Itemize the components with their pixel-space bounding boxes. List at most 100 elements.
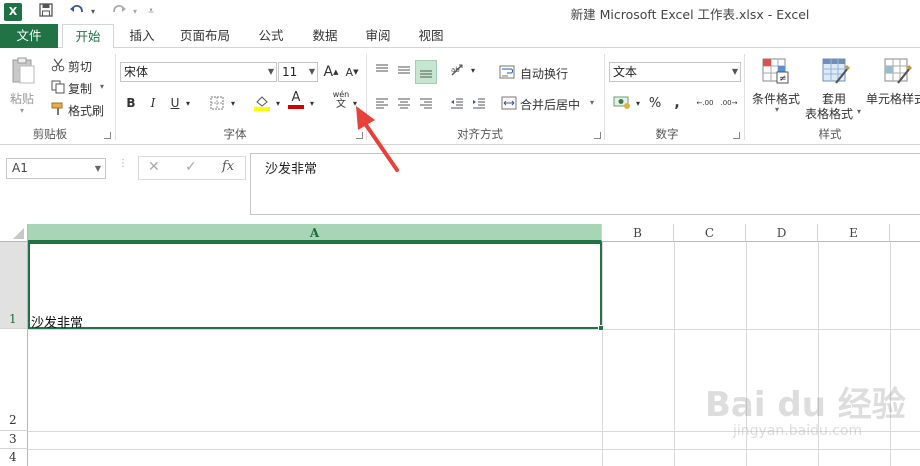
- svg-text:≠: ≠: [779, 74, 787, 84]
- tab-formulas[interactable]: 公式: [248, 24, 294, 48]
- format-table-icon[interactable]: [820, 56, 852, 88]
- percent-button[interactable]: %: [647, 93, 663, 113]
- column-header-f[interactable]: [890, 224, 920, 242]
- font-color-dropdown-icon[interactable]: ▾: [307, 93, 317, 113]
- formula-value: 沙发非常: [265, 162, 318, 177]
- font-color-swatch: [288, 105, 304, 109]
- border-icon[interactable]: [208, 93, 226, 113]
- conditional-dropdown-icon[interactable]: ▾: [775, 105, 779, 114]
- scissors-icon[interactable]: [50, 55, 66, 75]
- fill-handle[interactable]: [598, 325, 604, 331]
- insert-function-icon[interactable]: fx: [222, 159, 234, 174]
- excel-window: X ▾ ▾ ⩡ 新建 Microsoft Excel 工作表.xlsx - Ex…: [0, 0, 920, 466]
- chevron-down-icon: ▼: [731, 67, 738, 76]
- tab-data[interactable]: 数据: [302, 24, 348, 48]
- conditional-format-icon[interactable]: ≠: [760, 56, 792, 88]
- merge-dropdown-icon[interactable]: ▾: [590, 98, 594, 107]
- align-right-icon[interactable]: [417, 93, 435, 113]
- tab-home[interactable]: 开始: [62, 24, 114, 49]
- font-size-select[interactable]: 11 ▼: [278, 62, 318, 82]
- shrink-font-button[interactable]: A ▼: [343, 62, 361, 82]
- row-header-4[interactable]: 4: [0, 449, 28, 466]
- format-table-dropdown-icon[interactable]: ▾: [857, 107, 861, 116]
- redo-dropdown-icon[interactable]: ▾: [130, 3, 140, 21]
- column-header-a[interactable]: A: [28, 224, 602, 242]
- tab-file[interactable]: 文件: [0, 24, 58, 48]
- clipboard-group-label: 剪贴板: [32, 127, 68, 141]
- format-painter-button[interactable]: 格式刷: [68, 102, 104, 119]
- clipboard-launcher-icon[interactable]: [104, 132, 111, 139]
- tab-page-layout[interactable]: 页面布局: [172, 24, 238, 48]
- paste-button[interactable]: 粘贴: [10, 90, 34, 107]
- wrap-text-button[interactable]: 自动换行: [520, 65, 568, 82]
- grid-line: [28, 329, 920, 330]
- align-top-icon[interactable]: [373, 60, 391, 80]
- accounting-format-icon[interactable]: [611, 92, 633, 112]
- save-icon[interactable]: [36, 3, 56, 21]
- row-header-1[interactable]: 1: [0, 242, 28, 329]
- grow-font-button[interactable]: A ▲: [322, 62, 340, 82]
- font-color-button[interactable]: A: [287, 90, 305, 110]
- fill-color-dropdown-icon[interactable]: ▾: [273, 93, 283, 113]
- fill-color-icon[interactable]: [252, 92, 272, 112]
- undo-icon[interactable]: [66, 3, 88, 21]
- number-launcher-icon[interactable]: [733, 132, 740, 139]
- chevron-down-icon: ▼: [308, 67, 315, 76]
- format-painter-icon[interactable]: [50, 99, 66, 119]
- redo-icon[interactable]: [108, 3, 130, 21]
- more-icon: ⋮: [118, 158, 128, 169]
- undo-dropdown-icon[interactable]: ▾: [88, 3, 98, 21]
- formula-bar: A1 ▼ ⋮ ✕ ✓ fx 沙发非常: [0, 153, 920, 215]
- underline-button[interactable]: U: [168, 93, 182, 113]
- copy-button[interactable]: 复制: [68, 80, 92, 97]
- decrease-decimal-button[interactable]: .00→: [718, 93, 740, 113]
- column-header-b[interactable]: B: [602, 224, 674, 242]
- orientation-dropdown-icon[interactable]: ▾: [468, 60, 478, 80]
- separator: [744, 54, 745, 140]
- select-all-corner[interactable]: [0, 224, 28, 242]
- format-table-line2[interactable]: 表格格式: [805, 105, 853, 122]
- alignment-launcher-icon[interactable]: [594, 132, 601, 139]
- chevron-down-icon: ▼: [267, 67, 274, 76]
- number-format-select[interactable]: 文本 ▼: [609, 62, 741, 82]
- border-dropdown-icon[interactable]: ▾: [228, 93, 238, 113]
- cut-button[interactable]: 剪切: [68, 58, 92, 75]
- increase-decimal-button[interactable]: ←.00: [694, 93, 716, 113]
- italic-button[interactable]: I: [146, 93, 160, 113]
- merge-center-icon[interactable]: [500, 93, 518, 113]
- copy-dropdown-icon[interactable]: ▾: [100, 82, 104, 91]
- tab-review[interactable]: 审阅: [355, 24, 401, 48]
- cell-styles-icon[interactable]: [882, 56, 914, 88]
- enter-icon[interactable]: ✓: [185, 159, 197, 175]
- row-header-2[interactable]: 2: [0, 329, 28, 431]
- align-bottom-icon[interactable]: [415, 60, 437, 84]
- font-name-select[interactable]: 宋体 ▼: [120, 62, 277, 82]
- underline-dropdown-icon[interactable]: ▾: [183, 93, 193, 113]
- align-middle-icon[interactable]: [395, 60, 413, 80]
- tab-insert[interactable]: 插入: [118, 24, 166, 48]
- name-box-value: A1: [12, 161, 28, 175]
- bold-button[interactable]: B: [124, 93, 138, 113]
- merge-center-button[interactable]: 合并后居中: [520, 96, 580, 113]
- orientation-icon[interactable]: ab: [448, 60, 468, 80]
- tab-view[interactable]: 视图: [408, 24, 454, 48]
- cell-styles-button[interactable]: 单元格样式: [866, 90, 920, 107]
- copy-icon[interactable]: [50, 77, 66, 97]
- name-box[interactable]: A1 ▼: [6, 158, 106, 179]
- grid-line: [674, 242, 675, 466]
- customize-icon[interactable]: ⩡: [144, 3, 158, 21]
- column-header-d[interactable]: D: [746, 224, 818, 242]
- row-header-3[interactable]: 3: [0, 431, 28, 449]
- column-header-c[interactable]: C: [674, 224, 746, 242]
- wrap-text-icon[interactable]: [498, 62, 516, 82]
- column-header-e[interactable]: E: [818, 224, 890, 242]
- comma-button[interactable]: ,: [670, 93, 684, 113]
- cancel-icon[interactable]: ✕: [148, 159, 160, 175]
- increase-indent-icon[interactable]: [470, 93, 488, 113]
- paste-dropdown-icon[interactable]: ▾: [20, 106, 24, 115]
- decrease-indent-icon[interactable]: [448, 93, 466, 113]
- cell-a1[interactable]: [28, 242, 602, 329]
- font-color-letter: A: [291, 90, 301, 105]
- separator: [115, 54, 116, 140]
- accounting-dropdown-icon[interactable]: ▾: [633, 93, 643, 113]
